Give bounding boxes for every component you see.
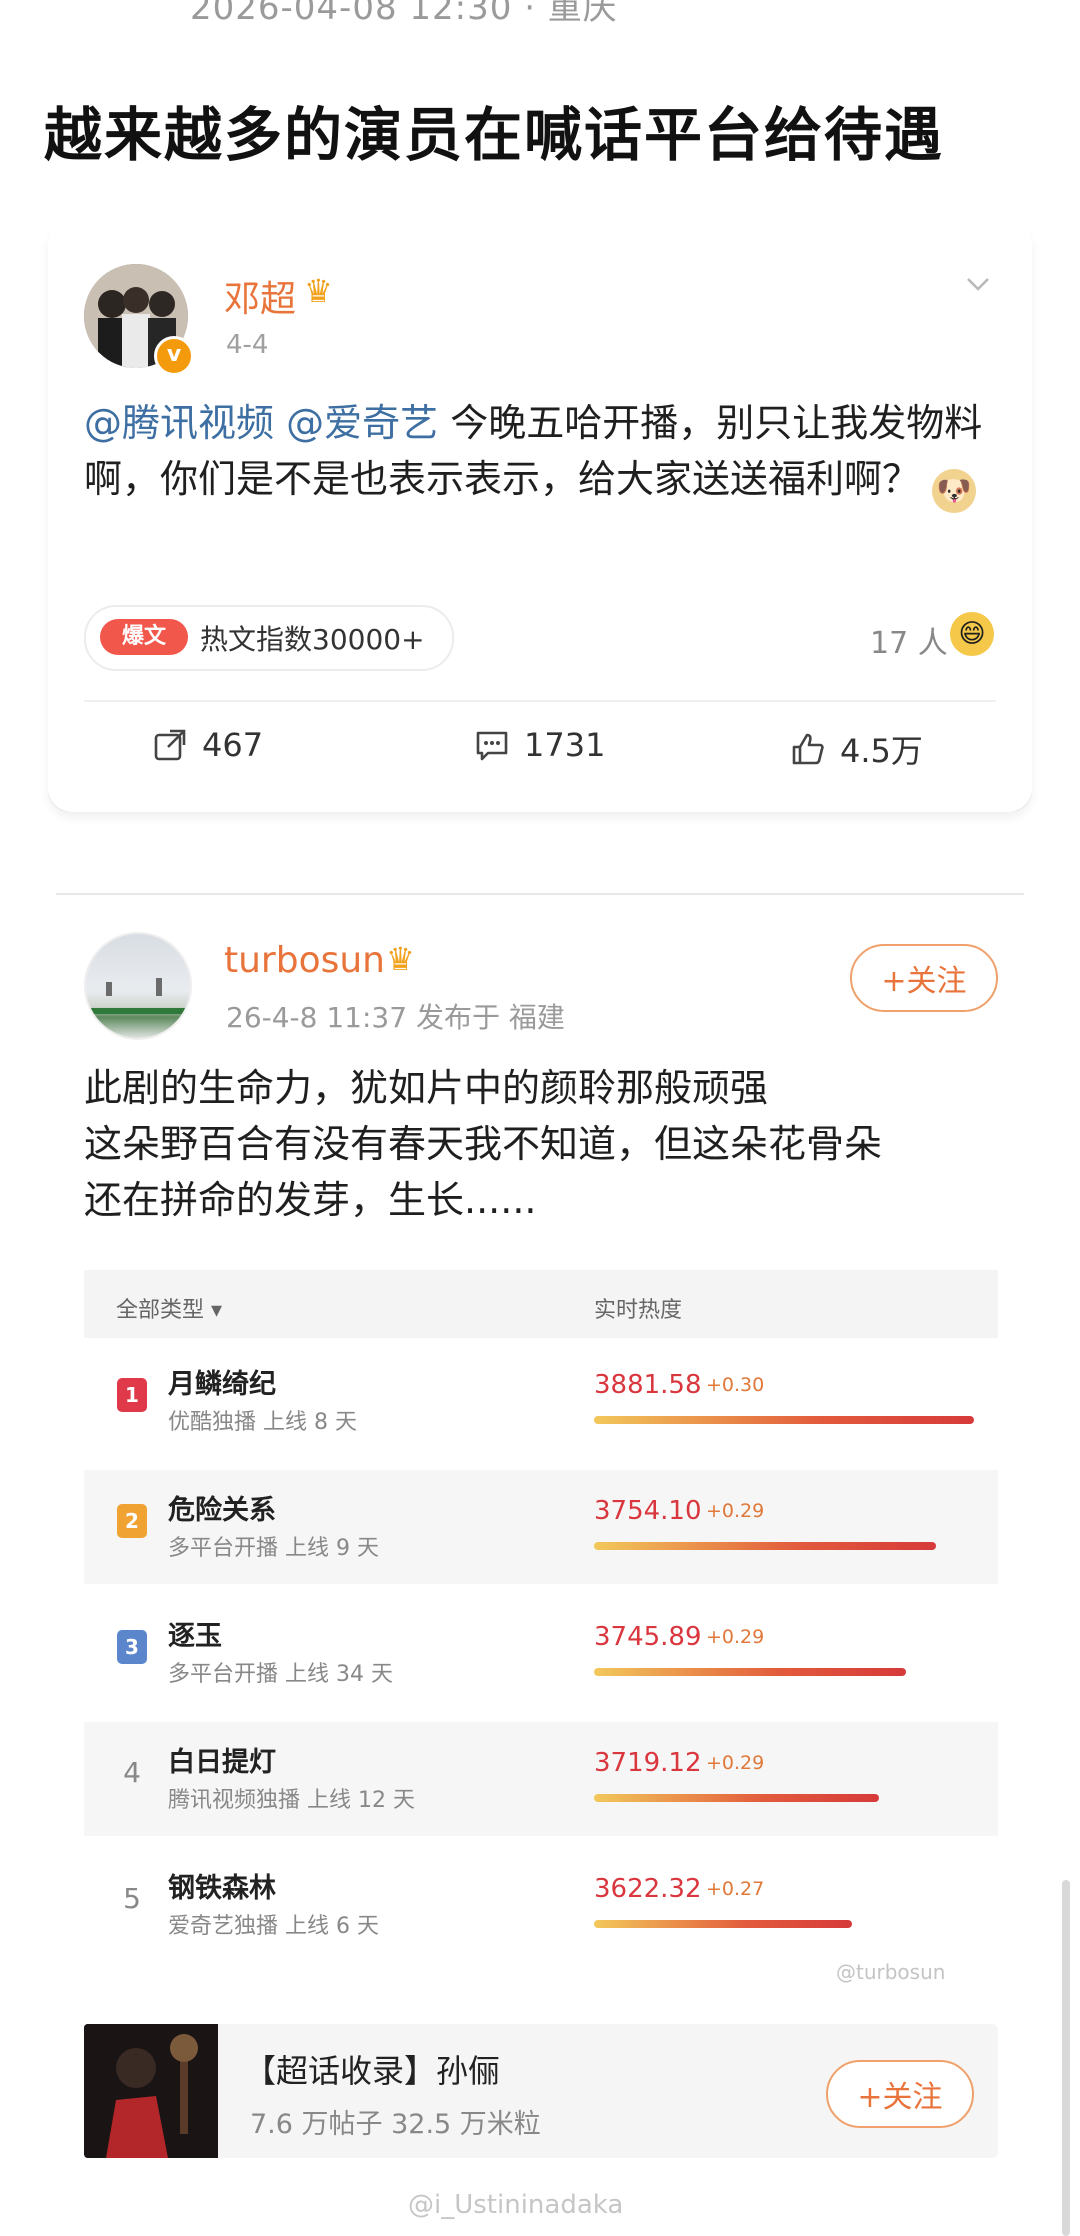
comment-count: 1731: [524, 726, 606, 764]
post-card-1: [48, 222, 1032, 812]
drama-title: 钢铁森林: [168, 1873, 276, 1904]
comment-icon: [476, 731, 508, 761]
heat-delta: +0.29: [706, 1626, 765, 1648]
post-line: 这朵野百合有没有春天我不知道，但这朵花骨朵: [84, 1122, 883, 1166]
post-date: 4-4: [226, 330, 269, 360]
reaction-count[interactable]: 17 人: [870, 618, 948, 662]
weibo-watermark: @i_Ustininadaka: [408, 2190, 624, 2220]
image-watermark: @turbosun: [836, 1960, 946, 1984]
username[interactable]: 邓超: [224, 270, 296, 322]
heat-bar: [594, 1794, 879, 1802]
comment-button[interactable]: 1731: [474, 726, 605, 764]
drama-title: 白日提灯: [168, 1747, 276, 1778]
heat-delta: +0.30: [706, 1374, 765, 1396]
rank-badge: 3: [117, 1630, 147, 1664]
rank-badge: 1: [117, 1378, 147, 1412]
drama-title: 逐玉: [168, 1621, 222, 1652]
drama-platform: 优酷独播 上线 8 天: [168, 1410, 357, 1435]
heat-delta: +0.29: [706, 1500, 765, 1522]
heat-bar: [594, 1416, 974, 1424]
heat-value: 3719.12: [594, 1748, 702, 1778]
drama-platform: 多平台开播 上线 34 天: [168, 1662, 393, 1687]
verified-icon: v: [154, 336, 194, 376]
heat-bar: [594, 1920, 852, 1928]
topic-stats: 7.6 万帖子 32.5 万米粒: [250, 2109, 541, 2140]
divider: [84, 700, 996, 702]
drama-title: 危险关系: [168, 1495, 276, 1526]
doge-emoji: 🐶: [932, 469, 977, 513]
scrollbar[interactable]: [1062, 1880, 1070, 2236]
drama-title: 月鳞绮纪: [168, 1369, 276, 1400]
chevron-down-icon[interactable]: [964, 270, 992, 298]
crown-icon: ♛: [304, 272, 333, 310]
rank-number: 5: [123, 1882, 141, 1915]
topic-thumbnail: [84, 2024, 218, 2158]
heat-bar: [594, 1668, 906, 1676]
post-text: 此剧的生命力，犹如片中的颜聆那般顽强 这朵野百合有没有春天我不知道，但这朵花骨朵…: [84, 1060, 1014, 1228]
heat-value: 3622.32: [594, 1874, 702, 1904]
rank-badge: 2: [117, 1504, 147, 1538]
heat-delta: +0.29: [706, 1752, 765, 1774]
like-count: 4.5万: [840, 732, 923, 770]
heat-bar: [594, 1542, 936, 1550]
grin-emoji: 😄: [950, 612, 994, 656]
cut-off-timestamp: 2026-04-08 12:30 · 重庆: [190, 0, 618, 28]
drama-platform: 爱奇艺独播 上线 6 天: [168, 1914, 379, 1939]
avatar[interactable]: [84, 932, 192, 1040]
crown-icon: ♛: [386, 940, 415, 978]
heat-value: 3754.10: [594, 1496, 702, 1526]
mention-link[interactable]: @爱奇艺: [286, 401, 438, 445]
heat-value: 3745.89: [594, 1622, 702, 1652]
post-text: @腾讯视频 @爱奇艺 今晚五哈开播，别只让我发物料啊，你们是不是也表示表示，给大…: [84, 395, 1004, 513]
heat-delta: +0.27: [706, 1878, 765, 1900]
post-meta: 26-4-8 11:37 发布于 福建: [226, 1001, 565, 1034]
rank-number: 4: [123, 1756, 141, 1789]
section-divider: [56, 893, 1024, 895]
share-icon: [154, 729, 186, 761]
topic-follow-button[interactable]: +关注: [826, 2060, 974, 2128]
username[interactable]: turbosun: [224, 940, 385, 981]
share-button[interactable]: 467: [152, 726, 263, 764]
like-icon: [792, 733, 824, 765]
heat-value: 3881.58: [594, 1370, 702, 1400]
post-line: 还在拼命的发芽，生长......: [84, 1178, 537, 1222]
topic-title: 【超话收录】孙俪: [244, 2052, 501, 2090]
post-line: 此剧的生命力，犹如片中的颜聆那般顽强: [84, 1066, 769, 1110]
page-headline: 越来越多的演员在喊话平台给待遇: [44, 101, 945, 169]
share-count: 467: [202, 726, 264, 764]
drama-platform: 腾讯视频独播 上线 12 天: [168, 1788, 415, 1813]
like-button[interactable]: 4.5万: [790, 726, 923, 772]
drama-platform: 多平台开播 上线 9 天: [168, 1536, 379, 1561]
follow-button[interactable]: +关注: [850, 944, 998, 1012]
ranking-column-header: 实时热度: [594, 1298, 683, 1323]
hot-index-text: 热文指数30000+: [200, 623, 425, 656]
ranking-filter: 全部类型 ▾: [116, 1298, 223, 1323]
mention-link[interactable]: @腾讯视频: [84, 401, 274, 445]
hot-badge: 爆文: [100, 619, 188, 655]
